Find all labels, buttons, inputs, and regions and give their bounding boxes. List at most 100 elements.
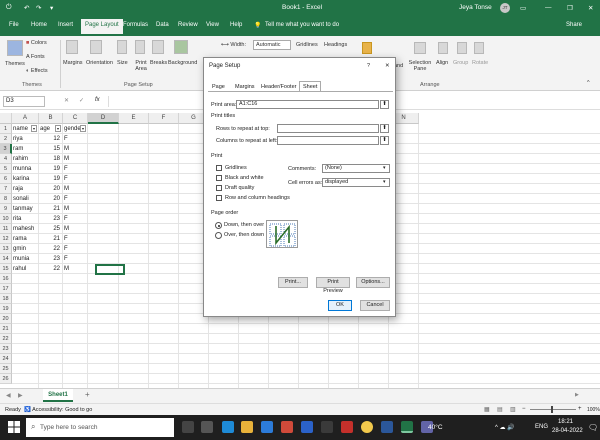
store-icon[interactable] <box>261 421 273 433</box>
tab-data[interactable]: Data <box>156 22 169 28</box>
minimize-icon[interactable]: — <box>545 4 552 11</box>
margins-button[interactable]: Margins <box>63 60 83 66</box>
table-cell[interactable]: F <box>63 194 88 204</box>
ok-button[interactable]: OK <box>328 300 352 311</box>
row-header[interactable]: 20 <box>0 314 12 324</box>
excel-icon[interactable] <box>401 421 413 433</box>
accessibility-status[interactable]: ♿ Accessibility: Good to go <box>24 407 92 413</box>
table-cell[interactable]: F <box>63 214 88 224</box>
table-cell[interactable]: rita <box>12 214 39 224</box>
table-cell[interactable]: 18 <box>39 154 63 164</box>
selection-pane-button[interactable]: Selection Pane <box>408 60 432 72</box>
table-header-cell[interactable]: age ▾ <box>39 124 63 134</box>
add-sheet-icon[interactable]: + <box>85 390 90 399</box>
row-header[interactable]: 18 <box>0 294 12 304</box>
row-header[interactable]: 12 <box>0 234 12 244</box>
rotate-button[interactable]: Rotate <box>472 60 488 66</box>
app-icon[interactable] <box>341 421 353 433</box>
cell-errors-select[interactable]: displayed <box>322 178 390 187</box>
filter-dropdown-icon[interactable]: ▾ <box>80 125 86 132</box>
enter-icon[interactable]: ✓ <box>79 97 84 104</box>
background-icon[interactable] <box>174 40 188 54</box>
table-header-cell[interactable]: gender ▾ <box>63 124 88 134</box>
collapse-dialog-icon[interactable]: ⬆ <box>380 100 389 109</box>
table-cell[interactable]: raja <box>12 184 39 194</box>
row-header[interactable]: 2 <box>0 134 12 144</box>
close-icon[interactable]: ✕ <box>588 4 593 12</box>
row-header[interactable]: 10 <box>0 214 12 224</box>
collapse-dialog-icon[interactable]: ⬆ <box>380 136 389 145</box>
app-icon[interactable] <box>301 421 313 433</box>
table-cell[interactable]: rahul <box>12 264 39 274</box>
insert-function-icon[interactable]: fx <box>95 97 100 103</box>
edge-icon[interactable] <box>222 421 234 433</box>
row-header[interactable]: 7 <box>0 184 12 194</box>
table-cell[interactable]: karina <box>12 174 39 184</box>
system-tray-icon[interactable]: ^ ☁ 🔊 <box>495 424 515 431</box>
clock-date[interactable]: 28-04-2022 <box>552 428 583 434</box>
tab-home[interactable]: Home <box>31 22 47 28</box>
table-cell[interactable]: 22 <box>39 264 63 274</box>
print-preview-button[interactable]: Print Preview <box>316 277 350 294</box>
over-then-down-radio[interactable] <box>215 232 222 239</box>
chevron-down-icon[interactable]: ▾ <box>383 179 386 185</box>
sheet-tab-sheet1[interactable]: Sheet1 <box>43 389 73 402</box>
notifications-icon[interactable]: 🗨 <box>588 423 598 432</box>
breaks-icon[interactable] <box>152 40 164 54</box>
tab-view[interactable]: View <box>206 22 219 28</box>
table-cell[interactable]: 19 <box>39 174 63 184</box>
user-name[interactable]: Jeya Tonse <box>459 4 492 11</box>
cancel-button[interactable]: Cancel <box>360 300 390 311</box>
row-header[interactable]: 23 <box>0 344 12 354</box>
zoom-out-icon[interactable]: − <box>522 406 526 412</box>
prev-sheet-icon[interactable]: ◀ <box>6 392 11 399</box>
chrome-icon[interactable] <box>361 421 373 433</box>
table-cell[interactable]: 23 <box>39 254 63 264</box>
width-select[interactable]: Automatic <box>253 40 291 50</box>
themes-icon[interactable] <box>7 40 23 56</box>
background-button[interactable]: Background <box>168 60 197 66</box>
draft-quality-checkbox[interactable] <box>216 185 222 191</box>
table-cell[interactable]: M <box>63 184 88 194</box>
row-header[interactable]: 16 <box>0 274 12 284</box>
print-area-input[interactable]: A1:C16 <box>236 100 379 109</box>
row-header[interactable]: 19 <box>0 304 12 314</box>
down-then-over-radio[interactable] <box>215 222 222 229</box>
tell-me-search[interactable]: Tell me what you want to do <box>265 22 339 28</box>
orientation-icon[interactable] <box>90 40 102 54</box>
effects-button[interactable]: ◐ Effects <box>26 68 48 74</box>
table-cell[interactable]: riya <box>12 134 39 144</box>
table-cell[interactable]: M <box>63 154 88 164</box>
row-col-headings-checkbox[interactable] <box>216 195 222 201</box>
row-header[interactable]: 15 <box>0 264 12 274</box>
row-header[interactable]: 1 <box>0 124 12 134</box>
taskbar-search[interactable]: ⌕ Type here to search <box>26 418 174 437</box>
column-header[interactable]: E <box>119 113 149 124</box>
next-sheet-icon[interactable]: ▶ <box>18 392 23 399</box>
cancel-icon[interactable]: ✕ <box>64 97 69 104</box>
task-view-icon[interactable] <box>201 421 213 433</box>
scroll-right-icon[interactable]: ▶ <box>575 392 579 398</box>
collapse-dialog-icon[interactable]: ⬆ <box>380 124 389 133</box>
column-header[interactable]: D <box>88 113 119 124</box>
row-header[interactable]: 26 <box>0 374 12 384</box>
bring-forward-icon[interactable] <box>362 42 372 54</box>
filter-dropdown-icon[interactable]: ▾ <box>31 125 37 132</box>
undo-icon[interactable]: ↶ <box>24 4 29 12</box>
gridlines-checkbox[interactable] <box>216 165 222 171</box>
table-cell[interactable]: mahesh <box>12 224 39 234</box>
table-cell[interactable]: 20 <box>39 184 63 194</box>
row-header[interactable]: 5 <box>0 164 12 174</box>
app-icon[interactable] <box>321 421 333 433</box>
table-cell[interactable]: gmin <box>12 244 39 254</box>
rotate-icon[interactable] <box>474 42 484 54</box>
size-icon[interactable] <box>117 40 127 54</box>
table-cell[interactable]: F <box>63 244 88 254</box>
table-cell[interactable]: F <box>63 254 88 264</box>
column-header[interactable]: C <box>63 113 88 124</box>
table-cell[interactable]: 22 <box>39 244 63 254</box>
row-header[interactable]: 24 <box>0 354 12 364</box>
themes-button[interactable]: Themes <box>5 61 25 67</box>
page-layout-view-icon[interactable]: ▤ <box>497 406 503 413</box>
collapse-ribbon-icon[interactable]: ^ <box>587 80 590 86</box>
